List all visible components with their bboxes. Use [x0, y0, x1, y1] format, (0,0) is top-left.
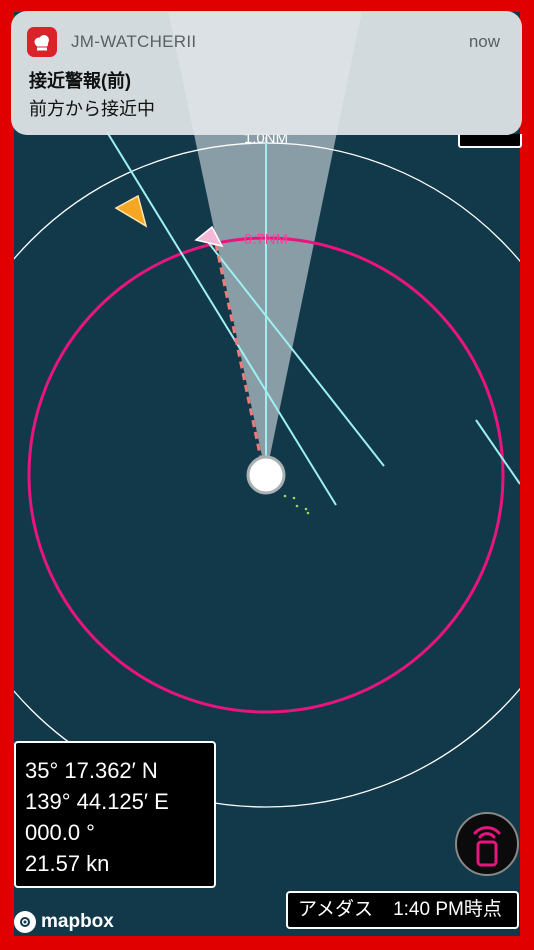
- navigation-info-panel: 35° 17.362′ N 139° 44.125′ E 000.0 ° 21.…: [14, 741, 216, 888]
- target-vessel-icon[interactable]: [114, 194, 148, 228]
- amedas-button[interactable]: アメダス 1:40 PM時点: [286, 891, 519, 929]
- alert-ring-label: 0.7NM: [244, 231, 288, 248]
- radar-echo: [283, 494, 287, 498]
- connection-button[interactable]: [455, 812, 519, 876]
- latitude-value: 35° 17.362′ N: [25, 758, 158, 783]
- mapbox-label: mapbox: [41, 911, 114, 932]
- cloud-alert-icon: [34, 35, 49, 51]
- app-icon: [27, 27, 57, 57]
- mapbox-logo[interactable]: mapbox: [14, 907, 114, 937]
- notification-body: 前方から接近中: [29, 99, 155, 119]
- radar-echo: [304, 507, 308, 511]
- map-control-box[interactable]: [458, 134, 522, 148]
- phone-signal-icon: [473, 826, 501, 867]
- amedas-label: アメダス: [298, 899, 374, 920]
- radar-echo: [295, 504, 299, 508]
- amedas-time: 1:40 PM時点: [393, 899, 502, 920]
- radar-echo: [306, 511, 310, 515]
- radar-echo: [292, 496, 296, 500]
- mapbox-icon: [14, 911, 36, 933]
- longitude-value: 139° 44.125′ E: [25, 789, 169, 814]
- notification-app-name: JM-WATCHERII: [71, 32, 197, 51]
- own-ship-center: [254, 463, 278, 487]
- notification-time: now: [468, 32, 500, 51]
- notification-title: 接近警報(前): [29, 71, 131, 91]
- heading-value: 000.0 °: [25, 820, 95, 845]
- push-notification[interactable]: JM-WATCHERII now 接近警報(前) 前方から接近中: [11, 11, 522, 135]
- speed-value: 21.57 kn: [25, 851, 110, 876]
